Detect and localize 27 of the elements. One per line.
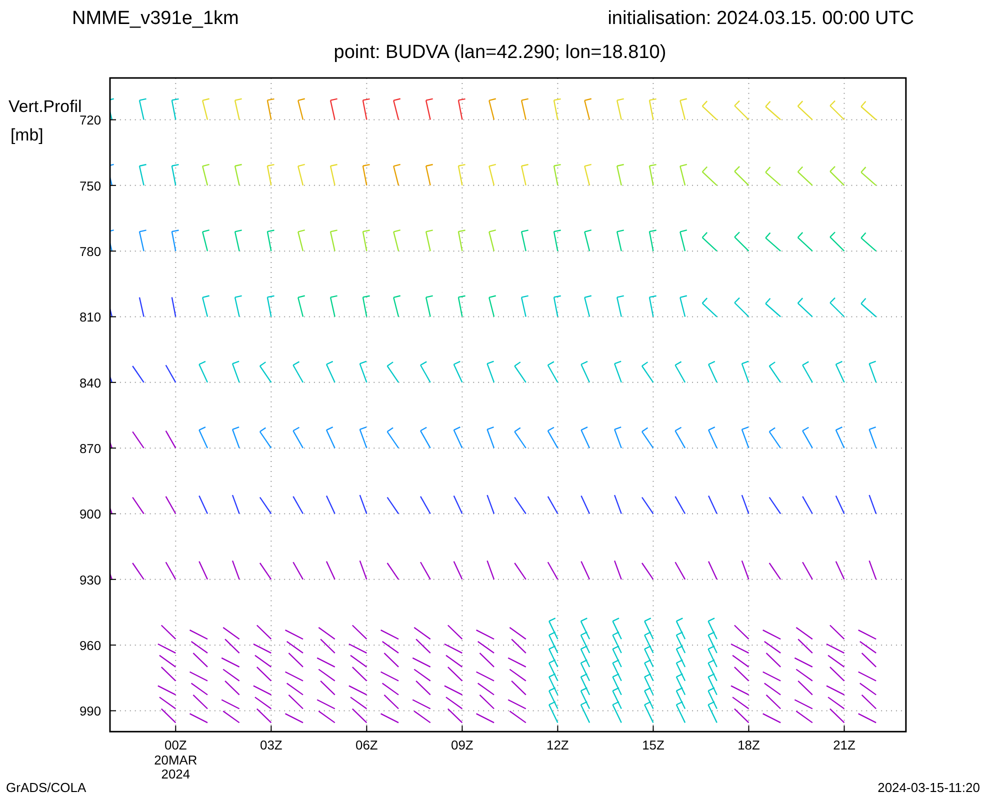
software-credit: GrADS/COLA xyxy=(6,780,86,798)
x-tick-label: 09Z xyxy=(451,737,474,752)
point-label: point: BUDVA (lan=42.290; lon=18.810) xyxy=(334,42,666,65)
x-tick-label: 00Z xyxy=(164,737,187,752)
y-tick-label: 750 xyxy=(79,178,102,194)
x-tick-label: 06Z xyxy=(356,737,378,752)
x-tick-label: 03Z xyxy=(260,737,282,752)
y-tick-label: 870 xyxy=(79,440,102,456)
y-tick-label: 900 xyxy=(79,506,102,522)
y-tick-label: 840 xyxy=(79,375,102,390)
y-tick-label: 990 xyxy=(79,703,102,718)
x-tick-label: 15Z xyxy=(642,737,664,752)
x-tick-label: 12Z xyxy=(546,737,569,752)
y-tick-label: 930 xyxy=(79,572,102,588)
date-label: 20MAR xyxy=(154,752,198,768)
y-tick-label: 960 xyxy=(79,638,102,653)
y-axis-unit: [mb] xyxy=(10,125,44,144)
y-tick-label: 780 xyxy=(79,244,102,259)
x-tick-label: 21Z xyxy=(833,737,856,752)
initialisation-time: initialisation: 2024.03.15. 00:00 UTC xyxy=(608,8,914,31)
y-tick-label: 720 xyxy=(79,112,102,128)
x-tick-label: 18Z xyxy=(738,737,760,752)
y-axis-title: Vert.Profil xyxy=(8,96,82,116)
creation-time: 2024-03-15-11:20 xyxy=(878,780,980,798)
model-name: NMME_v391e_1km xyxy=(72,8,239,31)
date-label: 2024 xyxy=(161,766,190,780)
y-tick-label: 810 xyxy=(79,309,102,324)
